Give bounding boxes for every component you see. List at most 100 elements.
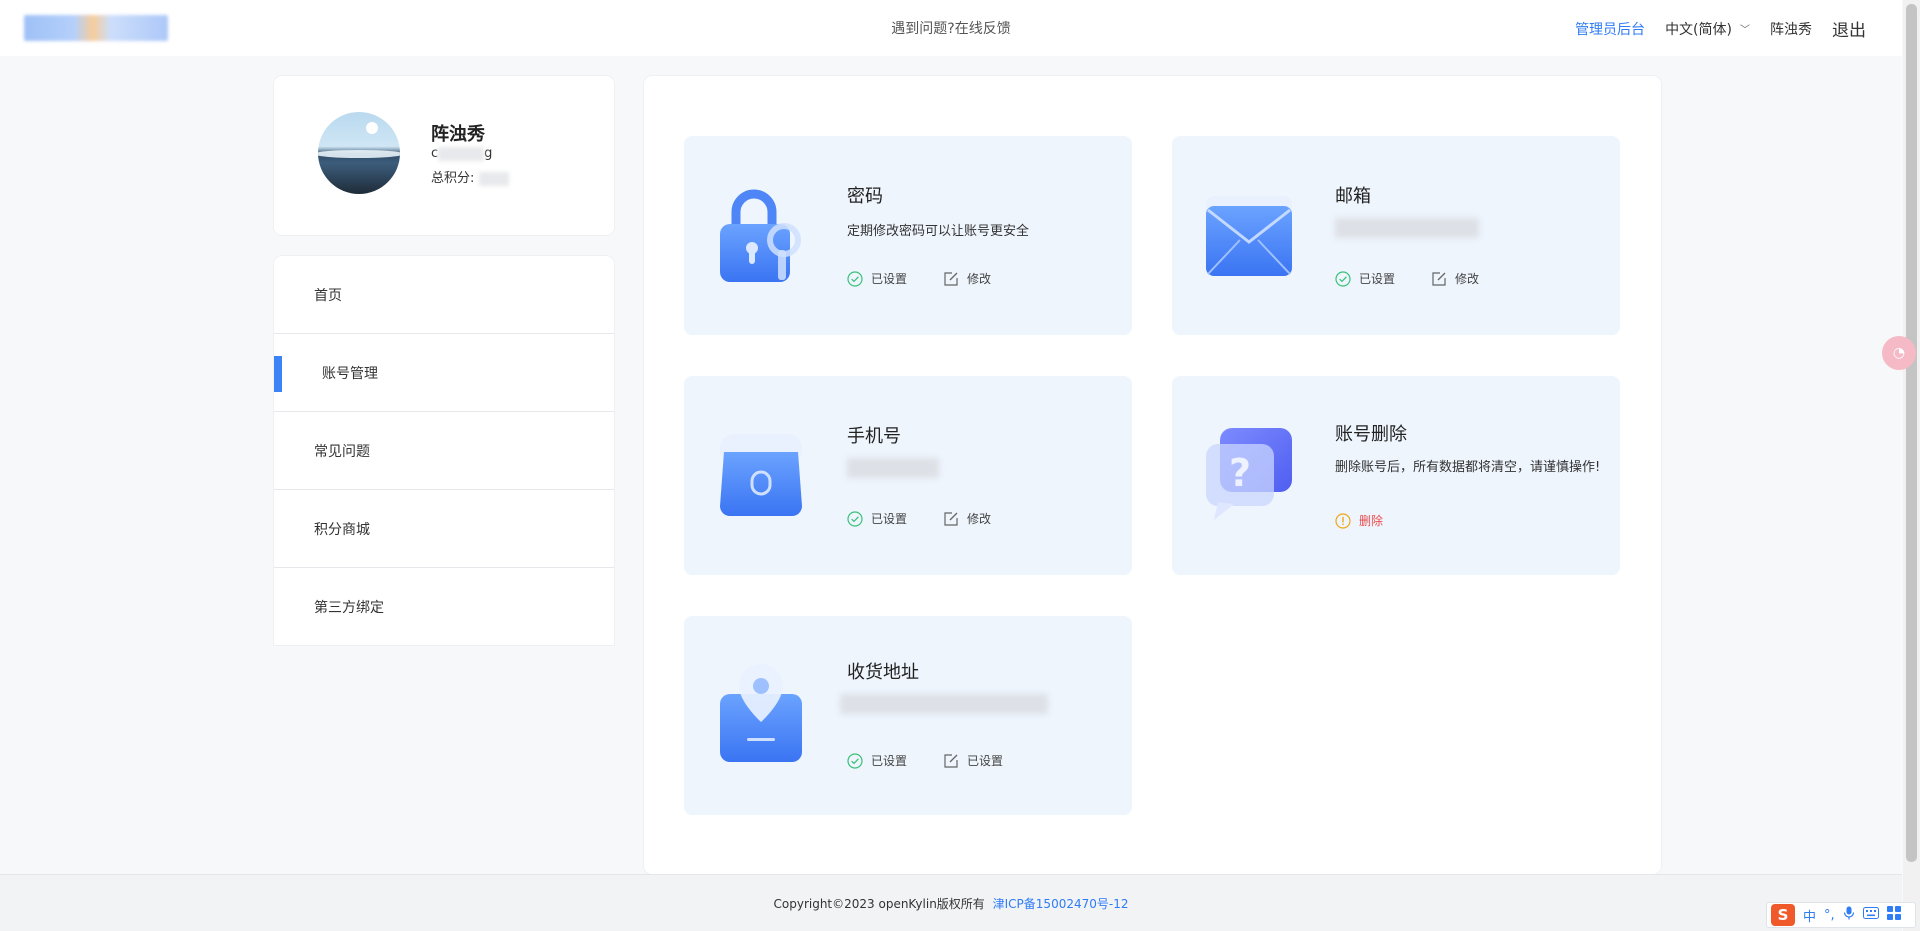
email-actions: 已设置 修改 bbox=[1335, 270, 1515, 287]
ime-lang[interactable]: 中 bbox=[1803, 906, 1816, 925]
account-content-panel: 密码 定期修改密码可以让账号更安全 已设置 修改 邮箱 已设置 修改 手机号 已… bbox=[644, 76, 1661, 874]
phone-card: 手机号 已设置 修改 bbox=[684, 376, 1132, 575]
password-edit-button[interactable]: 修改 bbox=[943, 270, 991, 287]
menu-item-label: 积分商城 bbox=[314, 521, 370, 538]
delete-account-button[interactable]: 删除 bbox=[1335, 512, 1383, 529]
address-actions: 已设置 已设置 bbox=[847, 752, 1039, 769]
delete-actions: 删除 bbox=[1335, 512, 1419, 529]
menu-item-account[interactable]: 账号管理 bbox=[274, 334, 614, 412]
side-menu: 首页 账号管理 常见问题 积分商城 第三方绑定 bbox=[274, 256, 614, 645]
menu-item-label: 账号管理 bbox=[322, 365, 378, 382]
microphone-icon[interactable] bbox=[1843, 906, 1855, 924]
header-username[interactable]: 阵浊秀 bbox=[1770, 19, 1812, 39]
floating-assistant-button[interactable]: ◔ bbox=[1882, 336, 1916, 370]
profile-id-suffix: g bbox=[484, 146, 493, 161]
menu-item-label: 首页 bbox=[314, 287, 342, 304]
phone-title: 手机号 bbox=[847, 426, 901, 447]
phone-icon bbox=[716, 424, 806, 524]
phone-edit-button[interactable]: 修改 bbox=[943, 510, 991, 527]
points-label: 总积分: bbox=[431, 171, 475, 186]
redacted-mask bbox=[438, 146, 485, 161]
edit-icon bbox=[943, 511, 959, 527]
address-title: 收货地址 bbox=[847, 662, 919, 683]
sogou-logo-icon[interactable]: S bbox=[1771, 904, 1795, 926]
scrollbar-thumb[interactable] bbox=[1906, 4, 1917, 862]
phone-status: 已设置 bbox=[847, 510, 907, 527]
ime-toolbar[interactable]: S 中 °, bbox=[1766, 902, 1916, 928]
chevron-down-icon: ﹀ bbox=[1740, 25, 1750, 36]
profile-id: cg bbox=[431, 146, 492, 161]
address-status: 已设置 bbox=[847, 752, 907, 769]
status-label: 已设置 bbox=[871, 272, 908, 286]
password-card: 密码 定期修改密码可以让账号更安全 已设置 修改 bbox=[684, 136, 1132, 335]
ime-punct[interactable]: °, bbox=[1824, 908, 1835, 923]
email-title: 邮箱 bbox=[1335, 186, 1371, 207]
footer: Copyright©2023 openKylin版权所有 津ICP备150024… bbox=[0, 874, 1902, 931]
edit-label: 修改 bbox=[967, 512, 992, 526]
profile-id-prefix: c bbox=[431, 146, 439, 161]
assistant-icon: ◔ bbox=[1892, 345, 1906, 361]
avatar-wave bbox=[318, 150, 400, 158]
status-label: 已设置 bbox=[1359, 272, 1396, 286]
feedback-link[interactable]: 遇到问题?在线反馈 bbox=[891, 21, 1010, 37]
logout-button[interactable]: 退出 bbox=[1832, 16, 1866, 41]
check-circle-icon bbox=[1335, 270, 1351, 287]
delete-account-card: ? 账号删除 删除账号后，所有数据都将清空，请谨慎操作! 删除 bbox=[1172, 376, 1620, 575]
email-status: 已设置 bbox=[1335, 270, 1395, 287]
address-card: 收货地址 已设置 已设置 bbox=[684, 616, 1132, 815]
check-circle-icon bbox=[847, 510, 863, 527]
delete-label: 删除 bbox=[1359, 514, 1384, 528]
redacted-mask bbox=[478, 171, 509, 186]
edit-icon bbox=[943, 271, 959, 287]
menu-item-faq[interactable]: 常见问题 bbox=[274, 412, 614, 490]
edit-icon bbox=[943, 753, 959, 769]
copyright-text: Copyright©2023 openKylin版权所有 bbox=[773, 897, 985, 911]
admin-console-link[interactable]: 管理员后台 bbox=[1575, 19, 1645, 39]
edit-icon bbox=[1431, 271, 1447, 287]
language-select[interactable]: 中文(简体) ﹀ bbox=[1665, 19, 1750, 39]
grid-menu-icon[interactable] bbox=[1886, 906, 1901, 924]
location-pin-icon bbox=[716, 664, 806, 764]
top-header: 遇到问题?在线反馈 管理员后台 中文(简体) ﹀ 阵浊秀 退出 bbox=[0, 0, 1902, 56]
password-title: 密码 bbox=[847, 186, 883, 207]
delete-desc: 删除账号后，所有数据都将清空，请谨慎操作! bbox=[1335, 460, 1601, 475]
edit-label: 已设置 bbox=[967, 754, 1004, 768]
phone-actions: 已设置 修改 bbox=[847, 510, 1027, 527]
phone-redacted-mask bbox=[847, 458, 939, 478]
edit-label: 修改 bbox=[1455, 272, 1480, 286]
profile-points: 总积分: bbox=[431, 167, 509, 186]
email-edit-button[interactable]: 修改 bbox=[1431, 270, 1479, 287]
password-desc: 定期修改密码可以让账号更安全 bbox=[847, 224, 1030, 239]
password-actions: 已设置 修改 bbox=[847, 270, 1027, 287]
menu-item-label: 常见问题 bbox=[314, 443, 370, 460]
delete-title: 账号删除 bbox=[1335, 424, 1407, 445]
address-edit-button[interactable]: 已设置 bbox=[943, 752, 1003, 769]
menu-item-third-party[interactable]: 第三方绑定 bbox=[274, 568, 614, 646]
svg-text:?: ? bbox=[1229, 451, 1251, 495]
check-circle-icon bbox=[847, 270, 863, 287]
email-card: 邮箱 已设置 修改 bbox=[1172, 136, 1620, 335]
status-label: 已设置 bbox=[871, 754, 908, 768]
avatar-sun bbox=[366, 122, 378, 134]
lock-icon bbox=[716, 184, 806, 284]
language-label: 中文(简体) bbox=[1665, 21, 1732, 38]
icp-link[interactable]: 津ICP备15002470号-12 bbox=[993, 897, 1129, 911]
header-right: 管理员后台 中文(简体) ﹀ 阵浊秀 退出 bbox=[1575, 16, 1866, 41]
address-redacted-mask bbox=[840, 694, 1048, 714]
warning-circle-icon bbox=[1335, 512, 1351, 529]
menu-item-points-mall[interactable]: 积分商城 bbox=[274, 490, 614, 568]
keyboard-icon[interactable] bbox=[1862, 907, 1879, 923]
password-status: 已设置 bbox=[847, 270, 907, 287]
question-bubble-icon: ? bbox=[1204, 424, 1294, 524]
active-indicator bbox=[274, 356, 282, 392]
profile-name: 阵浊秀 bbox=[431, 124, 485, 145]
check-circle-icon bbox=[847, 752, 863, 769]
status-label: 已设置 bbox=[871, 512, 908, 526]
menu-item-label: 第三方绑定 bbox=[314, 600, 384, 616]
mail-icon bbox=[1204, 184, 1294, 284]
edit-label: 修改 bbox=[967, 272, 992, 286]
email-redacted-mask bbox=[1335, 218, 1479, 238]
profile-card: 阵浊秀 cg 总积分: bbox=[274, 76, 614, 235]
avatar[interactable] bbox=[318, 112, 400, 194]
menu-item-home[interactable]: 首页 bbox=[274, 256, 614, 334]
